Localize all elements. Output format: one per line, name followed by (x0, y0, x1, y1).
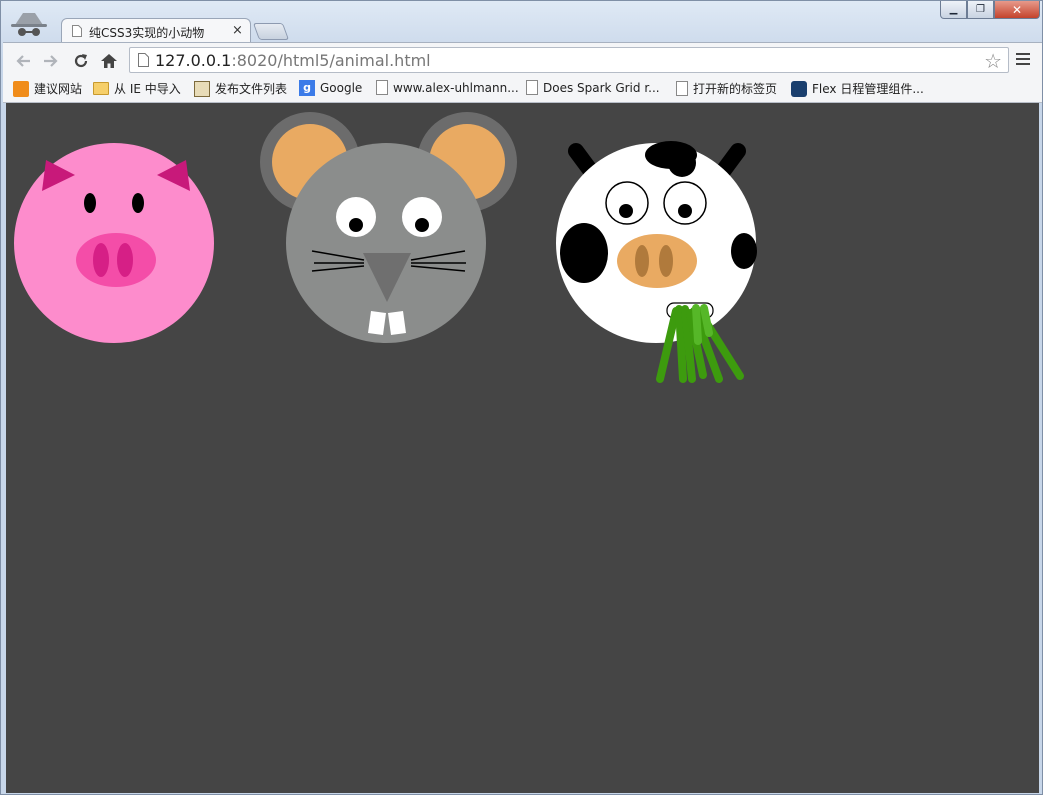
bookmark-item[interactable]: www.alex-uhlmann... (376, 80, 519, 95)
bookmark-item[interactable]: 从 IE 中导入 (93, 80, 181, 97)
animals-canvas (14, 112, 757, 383)
mouse (260, 112, 517, 343)
cow-snout (617, 234, 697, 288)
bookmark-item[interactable]: g Google (299, 80, 362, 96)
pig-eye-right (132, 193, 144, 213)
bookmark-label: 发布文件列表 (215, 82, 288, 96)
page-icon (72, 25, 82, 37)
mouse-pupil-right (415, 218, 429, 232)
tab-close-icon[interactable]: × (232, 23, 243, 38)
forward-button[interactable] (41, 51, 61, 71)
home-button[interactable] (99, 51, 119, 71)
bookmarks-bar: 建议网站 从 IE 中导入 发布文件列表 g Google www.alex-u… (3, 77, 1042, 103)
back-button[interactable] (13, 51, 33, 71)
new-tab-button[interactable] (252, 23, 290, 40)
forward-arrow-icon (44, 55, 58, 67)
bookmark-label: Flex 日程管理组件... (812, 82, 924, 96)
tab-title: 纯CSS3实现的小动物 (89, 26, 205, 40)
page-icon (376, 80, 388, 95)
bookmark-item[interactable]: Does Spark Grid r... (526, 80, 660, 95)
bookmark-item[interactable]: 打开新的标签页 (676, 80, 777, 97)
pig-snout (76, 233, 156, 287)
pig-eye-left (84, 193, 96, 213)
cow-nostril-left (635, 245, 649, 277)
bookmark-label: Google (320, 81, 363, 95)
bookmark-label: 建议网站 (34, 82, 83, 96)
window-controls: ▁ ❐ ✕ (940, 1, 1040, 19)
back-arrow-icon (16, 55, 30, 67)
bookmark-label: 打开新的标签页 (693, 82, 778, 96)
address-bar[interactable]: 127.0.0.1:8020/html5/animal.html ☆ (129, 47, 1009, 73)
suggested-sites-icon (13, 80, 29, 97)
folder-icon (93, 82, 109, 95)
page-icon (526, 80, 538, 95)
close-window-button[interactable]: ✕ (994, 1, 1040, 19)
cow-nostril-right (659, 245, 673, 277)
page-icon (138, 53, 149, 67)
incognito-icon (11, 13, 47, 36)
bookmark-star-icon[interactable]: ☆ (984, 49, 1002, 73)
pig-nostril-left (93, 243, 109, 277)
pig-nostril-right (117, 243, 133, 277)
cow (556, 141, 757, 383)
cow-pupil-left (619, 204, 633, 218)
bookmark-label: www.alex-uhlmann... (393, 80, 519, 95)
maximize-button[interactable]: ❐ (967, 1, 994, 19)
browser-window: 纯CSS3实现的小动物 × ▁ ❐ ✕ 127.0.0.1:8020/html5… (0, 0, 1043, 795)
browser-toolbar: 127.0.0.1:8020/html5/animal.html ☆ (3, 42, 1042, 78)
minimize-icon: ▁ (949, 4, 958, 15)
bookmark-label: Does Spark Grid r... (543, 80, 660, 95)
bookmark-item[interactable]: Flex 日程管理组件... (791, 80, 924, 97)
cow-pupil-right (678, 204, 692, 218)
reload-icon (74, 54, 88, 68)
reload-button[interactable] (71, 51, 91, 71)
home-icon (101, 54, 117, 68)
bookmark-label: 从 IE 中导入 (114, 82, 181, 96)
page-icon (676, 81, 688, 96)
url-host: 127.0.0.1 (155, 51, 232, 70)
url-path: :8020/html5/animal.html (231, 51, 431, 70)
minimize-button[interactable]: ▁ (940, 1, 967, 19)
tab-strip: 纯CSS3实现的小动物 × ▁ ❐ ✕ (1, 1, 1043, 43)
close-icon: ✕ (1011, 2, 1023, 17)
url-text[interactable]: 127.0.0.1:8020/html5/animal.html (155, 51, 431, 70)
bookmark-item[interactable]: 建议网站 (13, 80, 82, 97)
flex-icon (791, 80, 807, 97)
page-content (6, 103, 1039, 793)
google-icon: g (299, 80, 315, 96)
publish-icon (194, 80, 210, 97)
tab-active[interactable]: 纯CSS3实现的小动物 × (61, 18, 251, 43)
mouse-pupil-left (349, 218, 363, 232)
restore-icon: ❐ (976, 4, 985, 15)
bookmark-item[interactable]: 发布文件列表 (194, 80, 287, 97)
pig (14, 143, 214, 343)
cow-grass (656, 304, 744, 383)
chrome-menu-icon[interactable] (1016, 53, 1030, 67)
